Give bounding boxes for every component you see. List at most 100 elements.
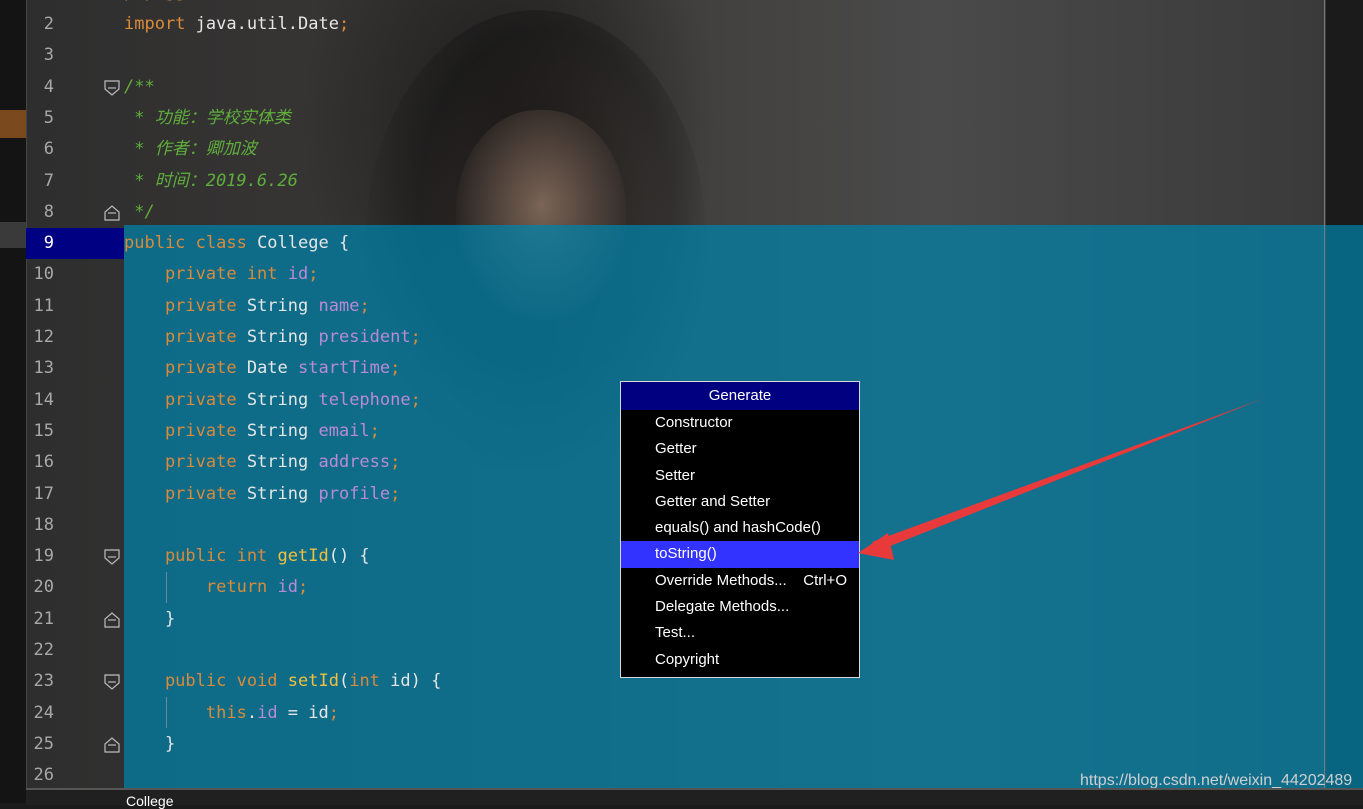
line-number: 3 <box>43 45 54 66</box>
popup-item-constructor[interactable]: Constructor <box>621 410 859 436</box>
code-text: * 功能：学校实体类 <box>124 103 291 134</box>
popup-item-delegate-methods[interactable]: Delegate Methods... <box>621 594 859 620</box>
code-line[interactable]: 8 */ <box>0 197 1300 228</box>
line-number: 18 <box>33 514 54 535</box>
code-token: ; <box>328 702 339 723</box>
code-token: setId <box>287 671 339 692</box>
code-token: startTime <box>298 358 391 379</box>
code-text: private String profile; <box>124 479 400 510</box>
code-token: ; <box>359 295 370 316</box>
popup-item-label: Getter and Setter <box>655 492 771 510</box>
popup-item-label: toString() <box>655 545 717 563</box>
code-line[interactable]: 12 private String president; <box>0 322 1300 353</box>
code-token: private <box>124 420 247 441</box>
code-token: private <box>124 295 247 316</box>
code-token: String <box>246 452 319 473</box>
code-token: president <box>318 327 411 347</box>
line-number: 14 <box>33 389 54 410</box>
indent-guide <box>166 572 167 603</box>
code-token: = id <box>277 702 329 723</box>
line-number: 10 <box>33 264 54 285</box>
popup-item-label: Delegate Methods... <box>655 598 790 616</box>
code-token: id) { <box>390 671 442 692</box>
code-token: * 作者：卿加波 <box>124 139 257 160</box>
code-token: ; <box>390 483 401 504</box>
fold-open-icon[interactable] <box>104 79 120 96</box>
popup-item-label: Copyright <box>655 650 720 668</box>
popup-item-test[interactable]: Test... <box>621 620 859 646</box>
code-text: * 作者：卿加波 <box>124 134 257 165</box>
code-token: Date <box>246 358 299 379</box>
code-line[interactable]: 7 * 时间：2019.6.26 <box>0 166 1300 197</box>
code-token: () { <box>328 546 370 567</box>
fold-open-icon[interactable] <box>104 674 120 691</box>
code-line[interactable]: 9 public class College { <box>0 228 1300 259</box>
popup-item-label: equals() and hashCode() <box>655 519 821 537</box>
code-line[interactable]: 11 private String name; <box>0 291 1300 322</box>
code-text: private String email; <box>124 416 380 447</box>
line-number: 6 <box>43 139 54 160</box>
code-token: String <box>246 420 319 441</box>
popup-item-getter-and-setter[interactable]: Getter and Setter <box>621 489 859 515</box>
code-token: this <box>124 702 247 723</box>
code-token: public int <box>124 546 278 567</box>
code-token: int <box>349 671 391 692</box>
code-token: private <box>124 483 247 504</box>
code-token: public class <box>124 233 258 254</box>
code-text: public void setId(int id) { <box>124 666 441 697</box>
code-token: profile <box>318 483 391 504</box>
code-token: String <box>246 483 319 504</box>
fold-close-icon[interactable] <box>104 205 120 221</box>
line-number: 5 <box>43 107 54 128</box>
code-token: private <box>124 358 247 379</box>
code-token: } <box>124 733 176 754</box>
popup-item-setter[interactable]: Setter <box>621 463 859 489</box>
popup-item-label: Constructor <box>655 414 733 431</box>
line-number: 2 <box>43 14 54 34</box>
code-token: ; <box>308 264 319 285</box>
line-number: 17 <box>33 483 54 504</box>
code-text: private String telephone; <box>124 385 421 416</box>
code-text: private String address; <box>124 447 400 478</box>
code-token: * 时间：2019.6.26 <box>124 170 298 191</box>
fold-open-icon[interactable] <box>104 549 120 565</box>
code-token: public void <box>124 671 288 692</box>
code-text: * 时间：2019.6.26 <box>124 166 298 197</box>
code-line[interactable]: 6 * 作者：卿加波 <box>0 134 1300 165</box>
code-line[interactable]: 3 <box>0 40 1300 71</box>
popup-item-tostring[interactable]: toString() <box>621 541 859 568</box>
code-line[interactable]: 10 private int id; <box>0 259 1300 290</box>
popup-item-override-methods[interactable]: Override Methods... Ctrl+O <box>621 568 859 594</box>
code-token: * 功能：学校实体类 <box>124 107 291 128</box>
code-line[interactable]: 4 /** <box>0 72 1300 103</box>
code-token: /** <box>124 76 155 97</box>
code-token: private int <box>124 264 288 285</box>
fold-close-icon[interactable] <box>104 611 120 628</box>
line-number: 11 <box>33 295 54 316</box>
popup-item-copyright[interactable]: Copyright <box>621 647 859 673</box>
code-line[interactable]: 25 } <box>0 729 1300 760</box>
line-number: 15 <box>33 420 54 441</box>
code-text: } <box>124 729 175 760</box>
code-text: /** <box>124 72 155 103</box>
code-line[interactable]: 24 this.id = id; <box>0 698 1300 729</box>
code-text: public class College { <box>124 228 349 259</box>
tab-college[interactable]: College <box>126 793 173 809</box>
code-line[interactable]: 5 * 功能：学校实体类 <box>0 103 1300 134</box>
popup-item-label: Setter <box>655 466 696 484</box>
code-text: } <box>124 604 175 635</box>
code-text: */ <box>124 197 154 228</box>
popup-item-label: Test... <box>655 624 696 642</box>
code-token: telephone <box>318 389 411 410</box>
fold-close-icon[interactable] <box>104 737 120 753</box>
popup-item-getter[interactable]: Getter <box>621 436 859 462</box>
code-line[interactable]: 13 private Date startTime; <box>0 353 1300 384</box>
code-line[interactable]: 2 import java.util.Date; <box>0 9 1300 40</box>
popup-item-shortcut: Ctrl+O <box>803 571 847 589</box>
indent-guide <box>166 697 167 728</box>
code-token: id <box>277 577 299 598</box>
popup-item-equals-and-hashcode[interactable]: equals() and hashCode() <box>621 515 859 541</box>
line-number: 22 <box>33 640 54 660</box>
code-token: College { <box>257 233 350 254</box>
arrow-head <box>858 533 894 560</box>
